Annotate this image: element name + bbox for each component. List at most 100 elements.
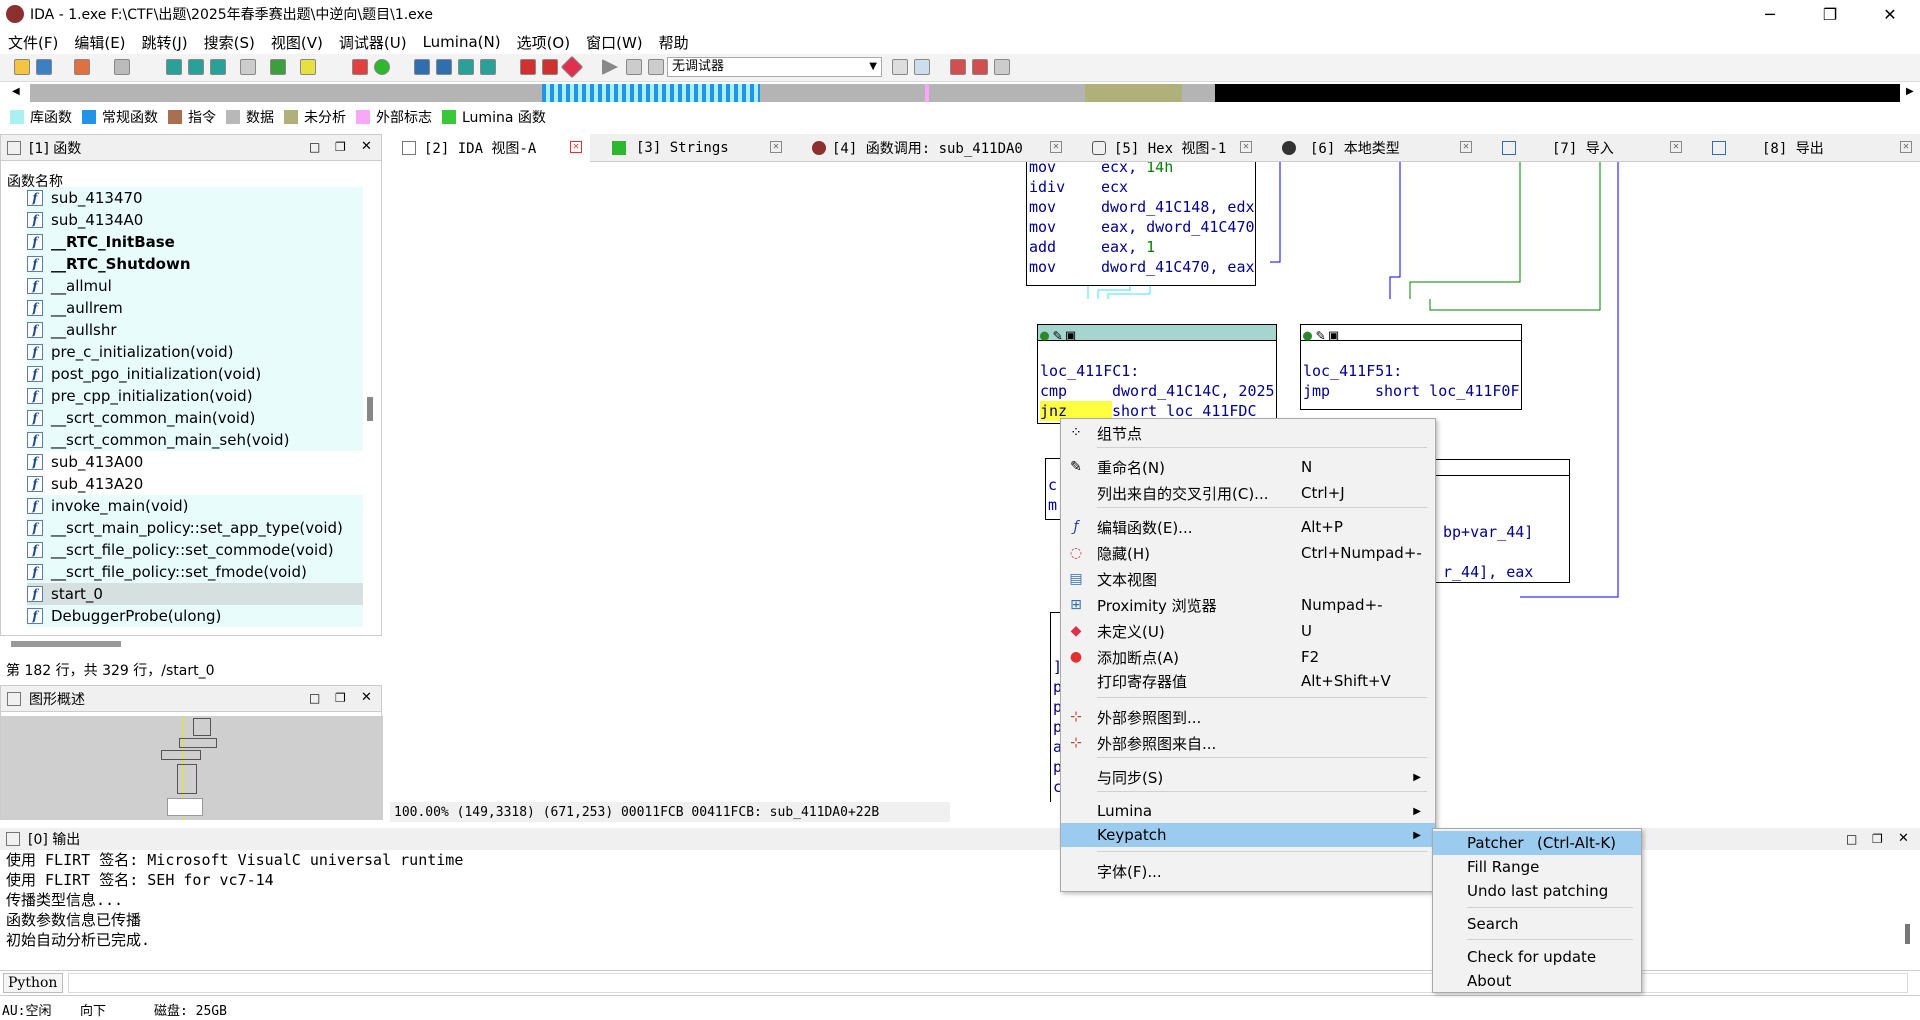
function-list-item[interactable]: f __aullrem xyxy=(27,297,363,319)
menu-item-xrefs-from[interactable]: 列出来自的交叉引用(C)... Ctrl+J xyxy=(1061,481,1435,505)
close-button[interactable]: ✕ xyxy=(1860,0,1920,28)
function-list-item[interactable]: f __RTC_InitBase xyxy=(27,231,363,253)
copy-icon[interactable] xyxy=(892,59,908,75)
save-icon[interactable] xyxy=(36,59,52,75)
menu-item-proximity-browser[interactable]: ⊞ Proximity 浏览器 Numpad+- xyxy=(1061,593,1435,617)
minimize-button[interactable]: ─ xyxy=(1740,0,1800,28)
menu-item-synchronize[interactable]: 与同步(S) ▶ xyxy=(1061,765,1435,789)
menu-jump[interactable]: 跳转(J) xyxy=(134,32,196,53)
menu-item-hide[interactable]: ◌ 隐藏(H) Ctrl+Numpad+- xyxy=(1061,541,1435,565)
function-list-item[interactable]: f invoke_main(void) xyxy=(27,495,363,517)
menu-item-print-registers[interactable]: 打印寄存器值 Alt+Shift+V xyxy=(1061,669,1435,693)
function-list-item[interactable]: f start_0 xyxy=(27,583,363,605)
function-list-item[interactable]: f sub_413470 xyxy=(27,187,363,209)
panel-maximize-icon[interactable]: □ xyxy=(309,140,320,154)
vertical-scrollbar[interactable] xyxy=(367,397,373,421)
panel-close-icon[interactable]: ✕ xyxy=(361,690,372,705)
asm-block-loc-411f51[interactable]: ● ✎ ▣ loc_411F51: jmp short loc_411F0F xyxy=(1300,324,1522,410)
menu-search[interactable]: 搜索(S) xyxy=(196,32,263,53)
close-tab-icon[interactable]: ✕ xyxy=(1670,141,1682,153)
undefine-toolbar-icon[interactable] xyxy=(560,55,584,79)
stop-icon[interactable] xyxy=(648,59,664,75)
tab-exports[interactable]: [8] 导出 ✕ xyxy=(1700,134,1920,162)
jump-icon[interactable] xyxy=(270,59,286,75)
start-debug-icon[interactable] xyxy=(602,59,618,75)
menu-item-patcher[interactable]: Patcher (Ctrl-Alt-K) xyxy=(1433,831,1641,855)
panel-close-icon[interactable]: ✕ xyxy=(361,139,372,154)
function-list-item[interactable]: f __scrt_file_policy::set_fmode(void) xyxy=(27,561,363,583)
function-list-item[interactable]: f __scrt_common_main(void) xyxy=(27,407,363,429)
menu-window[interactable]: 窗口(W) xyxy=(578,32,651,53)
patch-icon[interactable] xyxy=(542,59,558,75)
close-tab-icon[interactable]: ✕ xyxy=(1900,141,1912,153)
close-tab-icon[interactable]: ✕ xyxy=(1460,141,1472,153)
menu-item-text-view[interactable]: ▤ 文本视图 xyxy=(1061,567,1435,591)
function-list-item[interactable]: f sub_413A20 xyxy=(27,473,363,495)
menu-debugger[interactable]: 调试器(U) xyxy=(331,32,415,53)
func-icon[interactable] xyxy=(458,59,474,75)
menu-item-xref-graph-to[interactable]: ⊹ 外部参照图到... xyxy=(1061,705,1435,729)
tab-local-types[interactable]: [6] 本地类型 ✕ xyxy=(1270,134,1480,162)
panel-close-icon[interactable]: ✕ xyxy=(1898,831,1909,846)
data-icon[interactable] xyxy=(436,59,452,75)
tab-imports[interactable]: [7] 导入 ✕ xyxy=(1490,134,1690,162)
function-list-item[interactable]: f __scrt_main_policy::set_app_type(void) xyxy=(27,517,363,539)
graph-icon[interactable] xyxy=(352,59,368,75)
list-icon[interactable] xyxy=(950,59,966,75)
nav-right-icon[interactable]: ▶ xyxy=(1906,86,1914,97)
list3-icon[interactable] xyxy=(994,59,1010,75)
menu-item-lumina[interactable]: Lumina ▶ xyxy=(1061,799,1435,823)
menu-file[interactable]: 文件(F) xyxy=(0,32,66,53)
function-list-item[interactable]: f sub_413A00 xyxy=(27,451,363,473)
function-list-item[interactable]: f __allmul xyxy=(27,275,363,297)
close-tab-icon[interactable]: ✕ xyxy=(770,141,782,153)
tab-call-graph[interactable]: [4] 函数调用: sub_411DA0 ✕ xyxy=(800,134,1070,162)
menu-view[interactable]: 视图(V) xyxy=(263,32,331,53)
menu-item-about[interactable]: About xyxy=(1433,969,1641,993)
function-list-item[interactable]: f __scrt_common_main_seh(void) xyxy=(27,429,363,451)
horizontal-scrollbar[interactable] xyxy=(11,641,121,647)
panel-float-icon[interactable]: ❐ xyxy=(1872,832,1883,846)
menu-lumina[interactable]: Lumina(N) xyxy=(415,33,509,51)
output-scrollbar[interactable] xyxy=(1905,924,1910,944)
menu-item-fill-range[interactable]: Fill Range xyxy=(1433,855,1641,879)
tab-strings[interactable]: [3] Strings ✕ xyxy=(600,134,790,162)
copy2-icon[interactable] xyxy=(914,59,930,75)
panel-float-icon[interactable]: ❐ xyxy=(335,140,346,154)
enum-icon[interactable] xyxy=(210,59,226,75)
breakpoint-toolbar-icon[interactable] xyxy=(520,59,536,75)
function-list-item[interactable]: f pre_cpp_initialization(void) xyxy=(27,385,363,407)
menu-item-xref-graph-from[interactable]: ⊹ 外部参照图来自... xyxy=(1061,731,1435,755)
menu-item-search[interactable]: Search xyxy=(1433,912,1641,936)
menu-help[interactable]: 帮助 xyxy=(651,32,697,53)
function-list-item[interactable]: f __scrt_file_policy::set_commode(void) xyxy=(27,539,363,561)
menu-item-add-breakpoint[interactable]: ● 添加断点(A) F2 xyxy=(1061,645,1435,669)
asm-block-partial-right[interactable]: bp+var_44] r_44], eax xyxy=(1430,459,1570,583)
close-tab-icon[interactable]: ✕ xyxy=(1240,141,1252,153)
menu-item-font[interactable]: 字体(F)... xyxy=(1061,859,1435,883)
panel-maximize-icon[interactable]: □ xyxy=(309,691,320,705)
open-icon[interactable] xyxy=(14,59,30,75)
panel-float-icon[interactable]: ❐ xyxy=(335,691,346,705)
function-list-item[interactable]: f sub_4134A0 xyxy=(27,209,363,231)
function-list-item[interactable]: f __aullshr xyxy=(27,319,363,341)
list2-icon[interactable] xyxy=(972,59,988,75)
menu-item-keypatch[interactable]: Keypatch ▶ xyxy=(1061,823,1435,847)
menu-item-undefine[interactable]: ◆ 未定义(U) U xyxy=(1061,619,1435,643)
xref-icon[interactable] xyxy=(480,59,496,75)
segment-icon[interactable] xyxy=(240,59,256,75)
struct-icon[interactable] xyxy=(188,59,204,75)
debugger-select[interactable]: 无调试器 ▼ xyxy=(667,57,882,77)
menu-item-check-update[interactable]: Check for update xyxy=(1433,945,1641,969)
close-tab-icon[interactable]: ✕ xyxy=(1050,141,1062,153)
run-icon[interactable] xyxy=(374,59,390,75)
string-icon[interactable] xyxy=(300,59,316,75)
function-list-item[interactable]: f DebuggerProbe(ulong) xyxy=(27,605,363,627)
python-button[interactable]: Python xyxy=(3,973,63,993)
menu-item-undo-patching[interactable]: Undo last patching xyxy=(1433,879,1641,903)
menu-item-edit-function[interactable]: ƒ 编辑函数(E)... Alt+P xyxy=(1061,515,1435,539)
overview-viewport[interactable] xyxy=(167,798,203,816)
menu-options[interactable]: 选项(O) xyxy=(509,32,579,53)
overview-canvas[interactable] xyxy=(1,716,383,820)
close-tab-icon[interactable]: ✕ xyxy=(570,141,582,153)
